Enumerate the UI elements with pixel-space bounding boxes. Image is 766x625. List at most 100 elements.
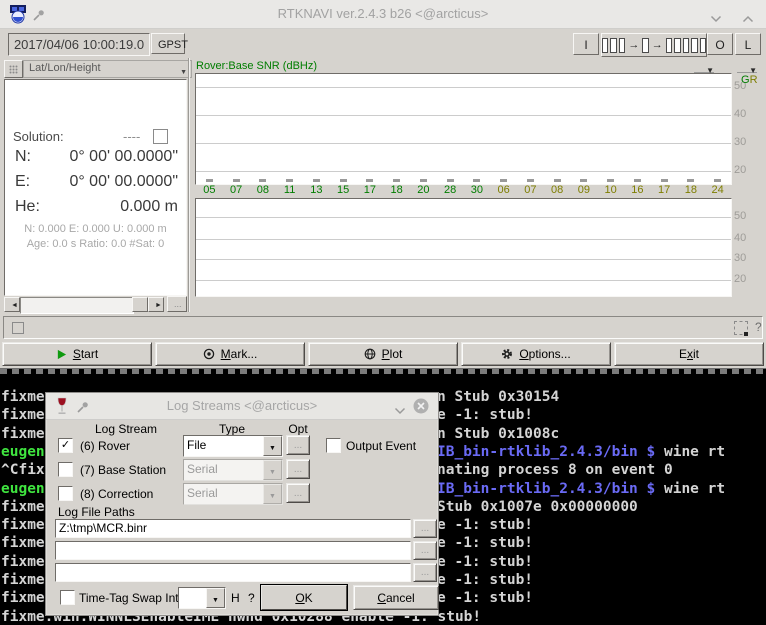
gridline <box>196 280 731 281</box>
monitor-icon[interactable] <box>734 321 748 335</box>
timetag-checkbox[interactable] <box>60 590 75 605</box>
coordinate-row: E:0° 00' 00.0000" <box>5 173 186 195</box>
stream-checkbox[interactable] <box>58 462 73 477</box>
stream-options-button[interactable]: ... <box>286 483 310 503</box>
coordinate-label: N: <box>15 148 31 166</box>
arrow-right-icon: → <box>651 39 664 52</box>
stream-type-select: Serial▼ <box>183 459 283 481</box>
stream-type-value: File <box>187 438 206 452</box>
stream-type-select: Serial▼ <box>183 483 283 505</box>
stream-status-square <box>700 38 706 53</box>
time-display: 2017/04/06 10:00:19.0 <box>8 33 150 56</box>
gridline <box>196 115 731 116</box>
dialog-titlebar[interactable]: Log Streams <@arcticus> <box>46 393 438 420</box>
gps-legend-label: G <box>741 74 750 86</box>
time-system-button[interactable]: GPST <box>151 33 185 54</box>
display-mode-value: Lat/Lon/Height <box>29 62 101 74</box>
coordinate-label: He: <box>15 198 40 216</box>
help-icon[interactable]: ? <box>248 591 255 605</box>
gridline <box>196 87 731 88</box>
stream-status-square <box>610 38 616 53</box>
browse-button[interactable]: ... <box>413 563 437 582</box>
chevron-up-icon[interactable] <box>742 10 756 20</box>
scroll-left-button[interactable]: ◄ <box>4 297 20 312</box>
satellite-label: 15 <box>330 184 357 197</box>
plot-type-select[interactable]: ▼ <box>694 60 714 73</box>
scroll-thumb-button[interactable] <box>132 297 148 312</box>
scroll-right-button[interactable]: ► <box>148 297 164 312</box>
age-ratio-stats: Age: 0.0 s Ratio: 0.0 #Sat: 0 <box>5 238 186 250</box>
stream-status-square <box>683 38 689 53</box>
display-mode-select[interactable]: Lat/Lon/Height ▼ <box>23 60 192 78</box>
chevron-down-icon[interactable]: ▼ <box>263 436 282 456</box>
browse-button[interactable]: ... <box>413 519 437 538</box>
coordinate-row: He: 0.000 m <box>5 198 186 220</box>
button-label: Exit <box>679 347 699 361</box>
chevron-down-icon[interactable]: ▼ <box>206 588 225 608</box>
expand-panel-button[interactable]: ... <box>167 296 187 312</box>
exit-button[interactable]: Exit <box>614 342 764 366</box>
satellite-label: 24 <box>704 184 731 197</box>
mark-button[interactable]: Mark... <box>155 342 305 366</box>
log-file-path-input[interactable] <box>55 541 411 560</box>
start-button[interactable]: Start <box>2 342 152 366</box>
stream-type-select[interactable]: File ▼ <box>183 435 283 457</box>
log-file-path-input[interactable]: Z:\tmp\MCR.binr <box>55 519 411 538</box>
stream-options-button[interactable]: ... <box>286 459 310 479</box>
pin-icon[interactable] <box>77 400 89 412</box>
browse-button[interactable]: ... <box>413 541 437 560</box>
stream-type-value: Serial <box>187 486 218 500</box>
rover-snr-chart <box>195 73 732 185</box>
help-icon[interactable]: ? <box>755 320 762 334</box>
coordinate-value: 0.000 m <box>120 198 178 216</box>
screen: fixmen Stub 0x30154fixmee -1: stub!fixme… <box>0 0 766 625</box>
stream-status-indicator: →→ <box>601 33 707 57</box>
base-snr-chart <box>195 198 732 297</box>
cancel-button[interactable]: Cancel <box>353 585 439 610</box>
solution-checkbox[interactable] <box>153 129 168 144</box>
swap-interval-select[interactable]: ▼ <box>178 587 226 609</box>
stream-status-square <box>666 38 672 53</box>
satellite-label: 18 <box>678 184 705 197</box>
terminal-clipped-line <box>0 369 766 374</box>
coordinate-value: 0° 00' 00.0000" <box>69 148 178 166</box>
coordinate-row: N: 0° 00' 00.0000" <box>5 148 186 170</box>
yaxis-tick-label: 30 <box>734 252 746 264</box>
yaxis-tick-label: 40 <box>734 108 746 120</box>
input-stream-button[interactable]: I <box>573 33 599 55</box>
satellite-label: 18 <box>383 184 410 197</box>
solution-status: ---- <box>123 129 140 144</box>
rtknavi-titlebar[interactable]: RTKNAVI ver.2.4.3 b26 <@arcticus> <box>0 0 766 29</box>
button-label: Start <box>73 347 98 361</box>
stream-options-button[interactable]: ... <box>286 435 310 455</box>
ok-button[interactable]: OK <box>261 585 347 610</box>
panel-handle-icon[interactable] <box>4 60 23 78</box>
plot-option-select[interactable]: ▼ <box>737 60 757 73</box>
output-event-checkbox[interactable] <box>326 438 341 453</box>
plot-button[interactable]: Plot <box>308 342 458 366</box>
gridline <box>196 171 731 172</box>
satellite-label: 05 <box>196 184 223 197</box>
options-button[interactable]: Options... <box>461 342 611 366</box>
yaxis-tick-label: 40 <box>734 232 746 244</box>
pin-icon[interactable] <box>33 8 45 20</box>
close-icon[interactable] <box>413 398 429 414</box>
yaxis-tick-label: 20 <box>734 273 746 285</box>
log-file-path-input[interactable] <box>55 563 411 582</box>
chevron-down-icon: ▼ <box>180 65 187 80</box>
panel-divider <box>188 58 189 312</box>
log-stream-button[interactable]: L <box>735 33 761 55</box>
type-header: Type <box>183 422 281 436</box>
satellite-label: 16 <box>624 184 651 197</box>
yaxis-tick-label: 50 <box>734 210 746 222</box>
chevron-down-icon[interactable] <box>710 10 724 20</box>
output-stream-button[interactable]: O <box>707 33 733 55</box>
chevron-down-icon[interactable] <box>394 402 408 412</box>
stream-checkbox[interactable]: ✓ <box>58 438 73 453</box>
scroll-track[interactable] <box>20 297 134 314</box>
plot-icon <box>364 348 376 360</box>
yaxis-tick-label: 20 <box>734 164 746 176</box>
satellite-label: 07 <box>223 184 250 197</box>
rtknavi-window: RTKNAVI ver.2.4.3 b26 <@arcticus> 2017/0… <box>0 0 766 368</box>
stream-checkbox[interactable] <box>58 486 73 501</box>
